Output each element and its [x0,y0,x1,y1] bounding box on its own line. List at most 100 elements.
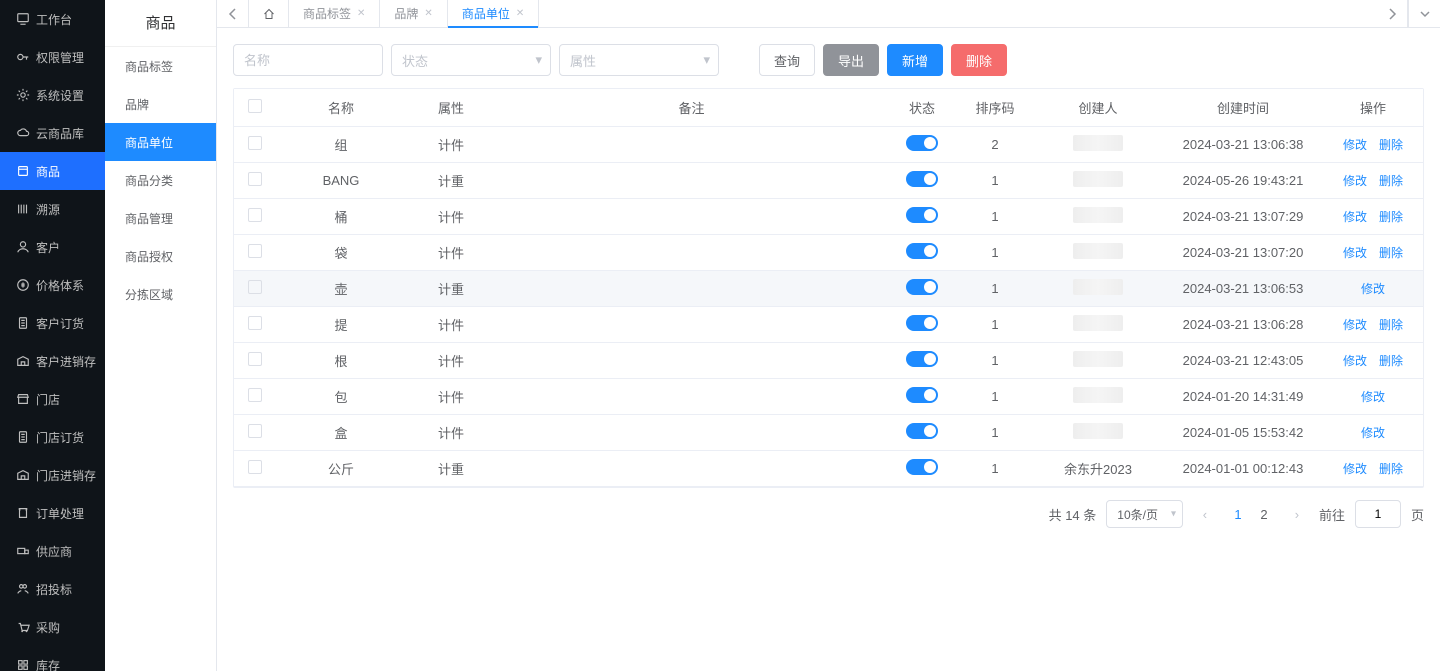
cell-sort: 1 [957,425,1033,440]
tab-home[interactable] [249,0,289,27]
goto-page-input[interactable] [1355,500,1401,528]
edit-link[interactable]: 修改 [1361,388,1385,405]
delete-link[interactable]: 删除 [1379,352,1403,369]
status-switch[interactable] [906,135,938,151]
submenu: 商品 商品标签品牌商品单位商品分类商品管理商品授权分拣区域 [105,0,217,671]
delete-link[interactable]: 删除 [1379,172,1403,189]
query-button[interactable]: 查询 [759,44,815,76]
row-checkbox[interactable] [248,136,262,150]
edit-link[interactable]: 修改 [1343,316,1367,333]
nav-item-8[interactable]: 客户订货 [0,304,105,342]
page-size-select[interactable]: 10条/页 ▾ [1106,500,1183,528]
nav-item-14[interactable]: 供应商 [0,532,105,570]
nav-item-12[interactable]: 门店进销存 [0,456,105,494]
edit-link[interactable]: 修改 [1343,136,1367,153]
row-checkbox[interactable] [248,316,262,330]
nav-item-16[interactable]: 采购 [0,608,105,646]
delete-link[interactable]: 删除 [1379,136,1403,153]
status-switch[interactable] [906,243,938,259]
tab-prev-button[interactable] [217,0,249,27]
row-checkbox[interactable] [248,172,262,186]
cell-name: 根 [276,351,406,370]
row-checkbox[interactable] [248,460,262,474]
cell-sort: 1 [957,389,1033,404]
close-icon[interactable]: ✕ [357,8,365,19]
edit-link[interactable]: 修改 [1361,280,1385,297]
page-next-button[interactable]: › [1285,502,1309,526]
cell-name: 包 [276,387,406,406]
edit-link[interactable]: 修改 [1343,460,1367,477]
export-button[interactable]: 导出 [823,44,879,76]
nav-item-1[interactable]: 权限管理 [0,38,105,76]
edit-link[interactable]: 修改 [1343,208,1367,225]
nav-item-7[interactable]: 价格体系 [0,266,105,304]
cell-time: 2024-03-21 13:07:20 [1163,245,1323,260]
row-checkbox[interactable] [248,208,262,222]
delete-link[interactable]: 删除 [1379,460,1403,477]
edit-link[interactable]: 修改 [1343,244,1367,261]
status-switch[interactable] [906,387,938,403]
nav-item-0[interactable]: 工作台 [0,0,105,38]
submenu-item-6[interactable]: 分拣区域 [105,275,216,313]
tab-more-button[interactable] [1408,0,1440,27]
status-switch[interactable] [906,315,938,331]
edit-link[interactable]: 修改 [1343,352,1367,369]
nav-item-2[interactable]: 系统设置 [0,76,105,114]
nav-item-5[interactable]: 溯源 [0,190,105,228]
page-prev-button[interactable]: ‹ [1193,502,1217,526]
submenu-item-2[interactable]: 商品单位 [105,123,216,161]
cell-sort: 1 [957,209,1033,224]
page-number-1[interactable]: 1 [1227,502,1249,526]
nav-item-15[interactable]: 招投标 [0,570,105,608]
nav-item-label: 门店进销存 [36,467,96,484]
cell-attr: 计重 [406,459,496,478]
tab-2[interactable]: 商品单位✕ [448,0,539,27]
tab-0[interactable]: 商品标签✕ [289,0,380,27]
attr-select[interactable]: 属性 ▾ [559,44,719,76]
delete-link[interactable]: 删除 [1379,244,1403,261]
status-switch[interactable] [906,171,938,187]
main-area: 商品标签✕品牌✕商品单位✕ 状态 ▾ 属性 ▾ 查询 [217,0,1440,671]
nav-item-6[interactable]: 客户 [0,228,105,266]
submenu-item-0[interactable]: 商品标签 [105,47,216,85]
name-input[interactable] [233,44,383,76]
select-all-checkbox[interactable] [248,99,262,113]
delete-button[interactable]: 删除 [951,44,1007,76]
tab-next-button[interactable] [1376,0,1408,27]
status-switch[interactable] [906,207,938,223]
tab-1[interactable]: 品牌✕ [380,0,447,27]
status-switch[interactable] [906,423,938,439]
delete-link[interactable]: 删除 [1379,316,1403,333]
status-select[interactable]: 状态 ▾ [391,44,551,76]
submenu-item-3[interactable]: 商品分类 [105,161,216,199]
col-time: 创建时间 [1163,98,1323,117]
nav-item-10[interactable]: 门店 [0,380,105,418]
submenu-item-1[interactable]: 品牌 [105,85,216,123]
nav-item-13[interactable]: 订单处理 [0,494,105,532]
nav-item-4[interactable]: 商品 [0,152,105,190]
status-switch[interactable] [906,351,938,367]
status-switch[interactable] [906,279,938,295]
row-checkbox[interactable] [248,388,262,402]
row-checkbox[interactable] [248,280,262,294]
cell-creator-blurred [1073,423,1123,439]
edit-link[interactable]: 修改 [1361,424,1385,441]
close-icon[interactable]: ✕ [516,8,524,19]
nav-item-9[interactable]: 客户进销存 [0,342,105,380]
cell-name: 桶 [276,207,406,226]
nav-item-11[interactable]: 门店订货 [0,418,105,456]
add-button[interactable]: 新增 [887,44,943,76]
row-checkbox[interactable] [248,244,262,258]
delete-link[interactable]: 删除 [1379,208,1403,225]
status-switch[interactable] [906,459,938,475]
close-icon[interactable]: ✕ [424,8,432,19]
nav-item-17[interactable]: 库存 [0,646,105,671]
page-number-2[interactable]: 2 [1253,502,1275,526]
submenu-item-5[interactable]: 商品授权 [105,237,216,275]
row-checkbox[interactable] [248,352,262,366]
edit-link[interactable]: 修改 [1343,172,1367,189]
cell-attr: 计重 [406,171,496,190]
row-checkbox[interactable] [248,424,262,438]
submenu-item-4[interactable]: 商品管理 [105,199,216,237]
nav-item-3[interactable]: 云商品库 [0,114,105,152]
